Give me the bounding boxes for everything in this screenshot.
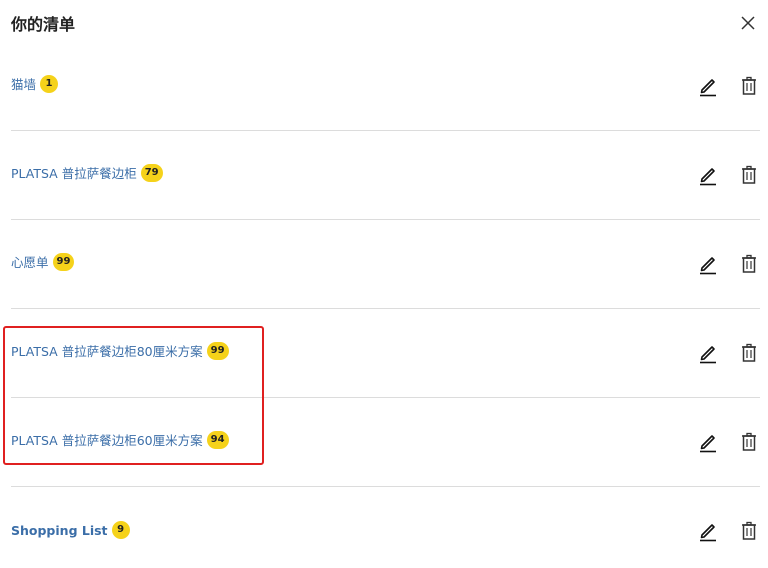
pencil-icon (700, 79, 716, 97)
list-name: PLATSA 普拉萨餐边柜60厘米方案 (11, 433, 203, 448)
list-item: PLATSA 普拉萨餐边柜60厘米方案 94 (11, 398, 760, 487)
pencil-icon (700, 168, 716, 186)
item-count-badge: 1 (40, 75, 59, 93)
list-name: 心愿单 (11, 255, 49, 270)
delete-list-button[interactable] (739, 520, 759, 542)
delete-list-button[interactable] (739, 253, 759, 275)
list-item: Shopping List 9 (11, 487, 760, 568)
trash-icon (742, 432, 756, 451)
list-item: 心愿单 99 (11, 220, 760, 309)
lists-panel: 你的清单 猫墙 1 PLATSA 普拉萨餐边柜 79 心愿单 99 PLATSA… (0, 0, 768, 568)
list-link[interactable]: PLATSA 普拉萨餐边柜60厘米方案 94 (11, 431, 229, 449)
panel-title: 你的清单 (11, 15, 76, 34)
list-item: PLATSA 普拉萨餐边柜80厘米方案 99 (11, 309, 760, 398)
list-name: PLATSA 普拉萨餐边柜80厘米方案 (11, 344, 203, 359)
edit-list-button[interactable] (698, 164, 718, 186)
delete-list-button[interactable] (739, 342, 759, 364)
edit-list-button[interactable] (698, 520, 718, 542)
trash-icon (742, 254, 756, 273)
edit-list-button[interactable] (698, 75, 718, 97)
list-link[interactable]: 心愿单 99 (11, 253, 75, 271)
close-icon (741, 16, 755, 30)
trash-icon (742, 165, 756, 184)
item-count-badge: 94 (206, 431, 229, 449)
trash-icon (742, 76, 756, 95)
edit-list-button[interactable] (698, 253, 718, 275)
trash-icon (742, 521, 756, 540)
list-name: Shopping List (11, 523, 108, 538)
item-count-badge: 99 (206, 342, 229, 360)
edit-list-button[interactable] (698, 342, 718, 364)
delete-list-button[interactable] (739, 164, 759, 186)
list-link[interactable]: PLATSA 普拉萨餐边柜 79 (11, 164, 163, 182)
delete-list-button[interactable] (739, 75, 759, 97)
delete-list-button[interactable] (739, 431, 759, 453)
close-button[interactable] (739, 14, 757, 32)
list-item: PLATSA 普拉萨餐边柜 79 (11, 131, 760, 220)
list-link[interactable]: 猫墙 1 (11, 75, 59, 93)
item-count-badge: 99 (52, 253, 75, 271)
list-name: 猫墙 (11, 77, 37, 92)
edit-list-button[interactable] (698, 431, 718, 453)
pencil-icon (700, 346, 716, 364)
list-link[interactable]: Shopping List 9 (11, 521, 130, 539)
trash-icon (742, 343, 756, 362)
item-count-badge: 79 (140, 164, 163, 182)
pencil-icon (700, 524, 716, 542)
pencil-icon (700, 257, 716, 275)
list-item: 猫墙 1 (11, 42, 760, 131)
pencil-icon (700, 435, 716, 453)
list-name: PLATSA 普拉萨餐边柜 (11, 166, 137, 181)
list-link[interactable]: PLATSA 普拉萨餐边柜80厘米方案 99 (11, 342, 229, 360)
item-count-badge: 9 (111, 521, 130, 539)
